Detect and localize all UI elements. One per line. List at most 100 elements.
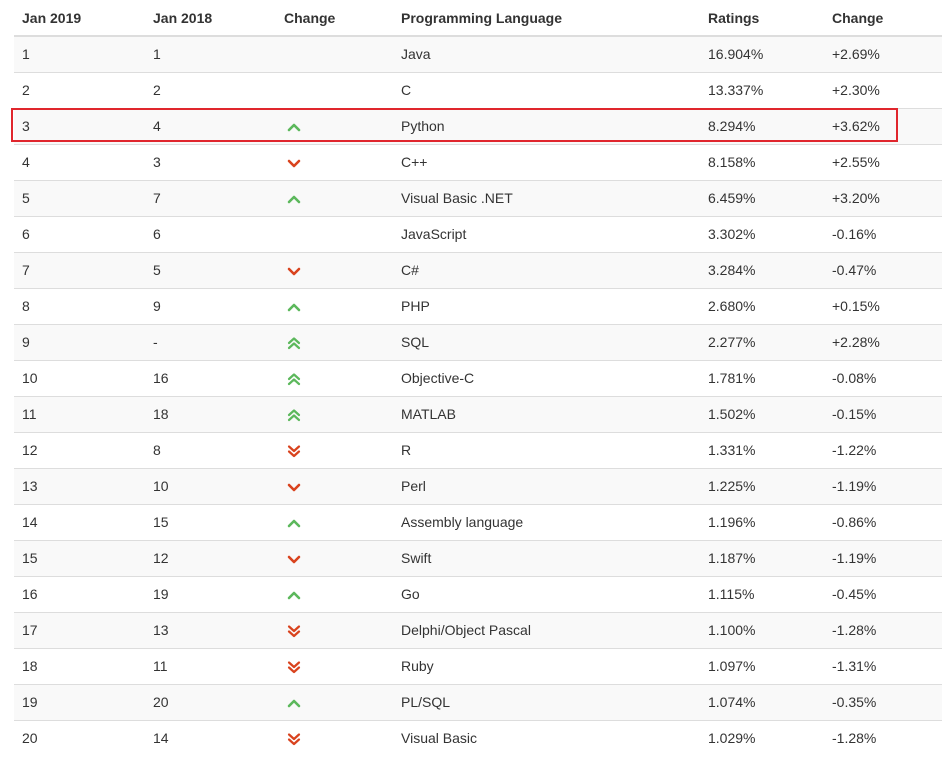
rating-cell: 16.904% (700, 35, 824, 72)
rating-cell: 2.277% (700, 323, 824, 360)
rating-cell: 1.100% (700, 611, 824, 648)
rating-change-cell: +2.30% (824, 71, 942, 108)
rank-change-cell (276, 395, 393, 432)
rating-cell: 1.029% (700, 719, 824, 756)
rating-cell: 1.115% (700, 575, 824, 612)
rank-change-cell (276, 647, 393, 684)
double-arrow-down-icon (287, 624, 301, 638)
rank-2019-cell: 2 (14, 71, 145, 108)
rank-change-cell (276, 575, 393, 612)
double-arrow-down-icon (287, 444, 301, 458)
rating-change-cell: +0.15% (824, 287, 942, 324)
header-row: Jan 2019 Jan 2018 Change Programming Lan… (14, 0, 942, 37)
rating-change-cell: -1.28% (824, 719, 942, 756)
rating-cell: 2.680% (700, 287, 824, 324)
rating-change-cell: -0.45% (824, 575, 942, 612)
rating-cell: 3.284% (700, 251, 824, 288)
rank-2019-cell: 4 (14, 143, 145, 180)
rank-change-cell (276, 107, 393, 144)
rating-change-cell: +3.20% (824, 179, 942, 216)
rank-2019-cell: 17 (14, 611, 145, 648)
header-ratings: Ratings (700, 0, 824, 37)
rank-2018-cell: 20 (145, 683, 276, 720)
rank-2019-cell: 1 (14, 35, 145, 72)
arrow-up-icon (287, 300, 301, 314)
rating-cell: 1.196% (700, 503, 824, 540)
rank-2018-cell: 6 (145, 215, 276, 252)
table-row: 14 15 Assembly language 1.196% -0.86% (14, 503, 942, 540)
arrow-up-icon (287, 120, 301, 134)
arrow-down-icon (287, 480, 301, 494)
table-row: 5 7 Visual Basic .NET 6.459% +3.20% (14, 179, 942, 216)
rank-2018-cell: 18 (145, 395, 276, 432)
table-row: 13 10 Perl 1.225% -1.19% (14, 467, 942, 504)
rating-change-cell: -0.16% (824, 215, 942, 252)
double-arrow-down-icon (287, 660, 301, 674)
table-header: Jan 2019 Jan 2018 Change Programming Lan… (14, 0, 942, 37)
rank-change-cell (276, 359, 393, 396)
double-arrow-up-icon (287, 372, 301, 386)
rating-change-cell: +3.62% (824, 107, 942, 144)
rank-2019-cell: 18 (14, 647, 145, 684)
rating-change-cell: -1.31% (824, 647, 942, 684)
table-row: 7 5 C# 3.284% -0.47% (14, 251, 942, 288)
rating-cell: 1.187% (700, 539, 824, 576)
rank-2018-cell: 13 (145, 611, 276, 648)
double-arrow-up-icon (287, 336, 301, 350)
table-row: 2 2 C 13.337% +2.30% (14, 71, 942, 108)
rank-change-cell (276, 143, 393, 180)
rank-2019-cell: 14 (14, 503, 145, 540)
table-row: 15 12 Swift 1.187% -1.19% (14, 539, 942, 576)
rating-cell: 1.225% (700, 467, 824, 504)
rating-cell: 1.097% (700, 647, 824, 684)
table-row: 20 14 Visual Basic 1.029% -1.28% (14, 719, 942, 756)
rank-2019-cell: 15 (14, 539, 145, 576)
rank-2018-cell: 5 (145, 251, 276, 288)
rank-2019-cell: 9 (14, 323, 145, 360)
language-cell: JavaScript (393, 215, 700, 252)
rating-cell: 1.331% (700, 431, 824, 468)
table-row: 3 4 Python 8.294% +3.62% (14, 107, 942, 144)
language-ranking-table: Jan 2019 Jan 2018 Change Programming Lan… (14, 0, 942, 756)
rating-change-cell: +2.28% (824, 323, 942, 360)
rating-cell: 8.294% (700, 107, 824, 144)
arrow-up-icon (287, 192, 301, 206)
rating-change-cell: -0.08% (824, 359, 942, 396)
table-row: 11 18 MATLAB 1.502% -0.15% (14, 395, 942, 432)
rank-2018-cell: 19 (145, 575, 276, 612)
language-cell: SQL (393, 323, 700, 360)
rank-2019-cell: 20 (14, 719, 145, 756)
rank-2019-cell: 19 (14, 683, 145, 720)
rank-2018-cell: 1 (145, 35, 276, 72)
arrow-up-icon (287, 516, 301, 530)
rank-2018-cell: - (145, 323, 276, 360)
rank-2019-cell: 10 (14, 359, 145, 396)
rating-cell: 1.502% (700, 395, 824, 432)
language-cell: Objective-C (393, 359, 700, 396)
rating-change-cell: +2.55% (824, 143, 942, 180)
rating-change-cell: -1.19% (824, 539, 942, 576)
rank-change-cell (276, 323, 393, 360)
rank-2019-cell: 6 (14, 215, 145, 252)
rating-change-cell: -1.19% (824, 467, 942, 504)
rank-2018-cell: 10 (145, 467, 276, 504)
rank-2018-cell: 14 (145, 719, 276, 756)
table-row: 18 11 Ruby 1.097% -1.31% (14, 647, 942, 684)
header-programming-language: Programming Language (393, 0, 700, 37)
rating-cell: 13.337% (700, 71, 824, 108)
arrow-down-icon (287, 264, 301, 278)
rank-2019-cell: 5 (14, 179, 145, 216)
arrow-up-icon (287, 588, 301, 602)
language-cell: Perl (393, 467, 700, 504)
rating-cell: 6.459% (700, 179, 824, 216)
language-cell: Swift (393, 539, 700, 576)
rank-2018-cell: 3 (145, 143, 276, 180)
rank-change-cell (276, 719, 393, 756)
rank-2019-cell: 16 (14, 575, 145, 612)
rank-2019-cell: 8 (14, 287, 145, 324)
language-cell: C# (393, 251, 700, 288)
double-arrow-down-icon (287, 732, 301, 746)
rank-change-cell (276, 539, 393, 576)
language-cell: PL/SQL (393, 683, 700, 720)
table-row: 16 19 Go 1.115% -0.45% (14, 575, 942, 612)
